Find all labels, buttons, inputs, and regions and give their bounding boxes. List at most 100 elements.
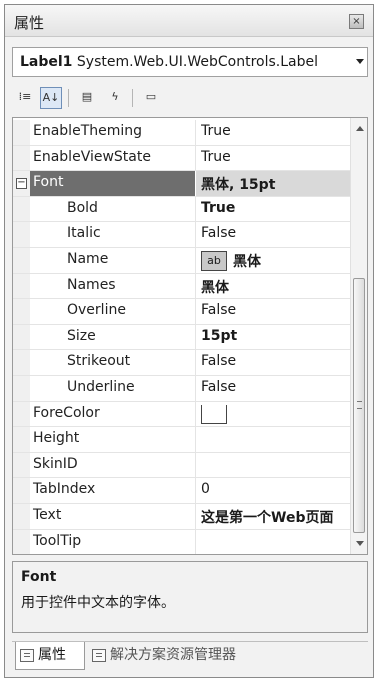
property-row[interactable]: Names 黑体	[13, 273, 350, 300]
property-value[interactable]: 黑体	[201, 277, 349, 297]
property-row[interactable]: EnableViewState True	[13, 145, 350, 172]
scroll-down-icon[interactable]	[356, 541, 364, 546]
property-row[interactable]: EnableTheming True	[13, 120, 350, 146]
property-row[interactable]: Overline False	[13, 299, 350, 325]
column-divider	[195, 504, 196, 529]
property-value[interactable]: False	[201, 302, 349, 318]
column-divider	[195, 529, 196, 554]
property-value[interactable]: 黑体, 15pt	[201, 174, 349, 194]
object-name: Label1	[20, 54, 73, 70]
categorized-icon[interactable]: ⁞≡	[14, 87, 36, 109]
row-gutter	[13, 376, 30, 401]
collapse-icon[interactable]: −	[16, 178, 27, 190]
property-row[interactable]: Size 15pt	[13, 324, 350, 351]
column-divider	[195, 299, 196, 324]
description-panel: Font 用于控件中文本的字体。	[12, 561, 368, 633]
property-value[interactable]: False	[201, 379, 349, 395]
font-name-text: 黑体	[233, 254, 261, 270]
property-value[interactable]: True	[201, 200, 349, 216]
property-pages-icon[interactable]: ▭	[140, 87, 162, 109]
column-divider	[195, 376, 196, 401]
tab-properties[interactable]: 属性	[15, 642, 85, 670]
title-bar[interactable]: 属性 ×	[5, 5, 373, 37]
color-swatch	[201, 404, 227, 424]
property-row[interactable]: SkinID	[13, 452, 350, 479]
property-value[interactable]: 15pt	[201, 328, 349, 344]
property-name: TabIndex	[33, 481, 96, 498]
property-name: Font	[33, 174, 64, 191]
description-text: 用于控件中文本的字体。	[21, 595, 175, 611]
property-value[interactable]: 这是第一个Web页面	[201, 507, 349, 527]
chevron-down-icon[interactable]	[356, 59, 364, 64]
solution-explorer-icon	[92, 649, 106, 662]
row-gutter	[13, 248, 30, 273]
property-name: Underline	[67, 379, 135, 395]
column-divider	[195, 222, 196, 247]
property-value-forecolor[interactable]	[201, 404, 349, 425]
scroll-up-icon[interactable]	[356, 126, 364, 131]
row-gutter	[13, 324, 30, 350]
row-gutter	[13, 120, 30, 145]
property-name: Height	[33, 430, 80, 447]
events-icon[interactable]: ϟ	[104, 87, 126, 109]
property-row[interactable]: Underline False	[13, 376, 350, 402]
property-value[interactable]: True	[201, 149, 349, 165]
property-value[interactable]: 0	[201, 481, 349, 497]
column-divider	[195, 478, 196, 503]
property-name: Names	[67, 276, 116, 293]
column-divider	[195, 324, 196, 350]
column-divider	[195, 350, 196, 375]
row-gutter	[13, 299, 30, 324]
row-gutter	[13, 504, 30, 529]
property-row[interactable]: Height	[13, 427, 350, 453]
property-value[interactable]: False	[201, 353, 349, 369]
toolbar-separator	[132, 89, 133, 107]
property-toolbar: ⁞≡ A↓ ▤ ϟ ▭	[12, 85, 368, 111]
row-gutter	[13, 273, 30, 299]
row-gutter	[13, 452, 30, 478]
property-row[interactable]: ForeColor	[13, 401, 350, 428]
property-row[interactable]: Text 这是第一个Web页面	[13, 504, 350, 530]
vertical-scrollbar[interactable]	[350, 118, 367, 554]
font-sample-swatch: ab	[201, 251, 227, 271]
properties-window: 属性 × Label1 System.Web.UI.WebControls.La…	[4, 4, 374, 678]
property-name: ForeColor	[33, 404, 100, 421]
property-row[interactable]: Bold True	[13, 196, 350, 223]
property-name: Name	[67, 251, 109, 267]
alphabetical-icon[interactable]: A↓	[40, 87, 62, 109]
property-row[interactable]: Italic False	[13, 222, 350, 248]
column-divider	[195, 273, 196, 299]
window-title: 属性	[14, 14, 45, 32]
property-value[interactable]: True	[201, 123, 349, 139]
property-name: ToolTip	[33, 532, 82, 549]
toolbar-separator	[68, 89, 69, 107]
property-value-font-name[interactable]: ab 黑体	[201, 251, 349, 272]
property-name: EnableTheming	[33, 123, 143, 139]
close-icon[interactable]: ×	[349, 14, 364, 29]
grip-icon	[357, 401, 362, 409]
property-row-font[interactable]: − Font 黑体, 15pt	[13, 171, 350, 197]
property-value[interactable]: False	[201, 225, 349, 241]
property-row[interactable]: Name ab 黑体	[13, 248, 350, 274]
properties-icon[interactable]: ▤	[76, 87, 98, 109]
object-selector[interactable]: Label1 System.Web.UI.WebControls.Label	[12, 47, 368, 77]
property-row[interactable]: Strikeout False	[13, 350, 350, 376]
row-gutter	[13, 145, 30, 171]
scrollbar-thumb[interactable]	[353, 278, 365, 533]
column-divider	[195, 452, 196, 478]
column-divider	[195, 196, 196, 222]
tab-solution-explorer[interactable]: 解决方案资源管理器	[88, 642, 268, 670]
property-row[interactable]: TabIndex 0	[13, 478, 350, 504]
column-divider	[195, 427, 196, 452]
row-gutter	[13, 427, 30, 452]
property-name: Italic	[67, 225, 101, 242]
row-gutter	[13, 350, 30, 375]
property-name: EnableViewState	[33, 148, 151, 165]
row-gutter	[13, 222, 30, 247]
row-gutter	[13, 196, 30, 222]
row-gutter	[13, 478, 30, 503]
property-name: Text	[33, 507, 62, 523]
property-name: Size	[67, 327, 96, 344]
property-row[interactable]: ToolTip	[13, 529, 350, 554]
property-name: Bold	[67, 199, 98, 216]
